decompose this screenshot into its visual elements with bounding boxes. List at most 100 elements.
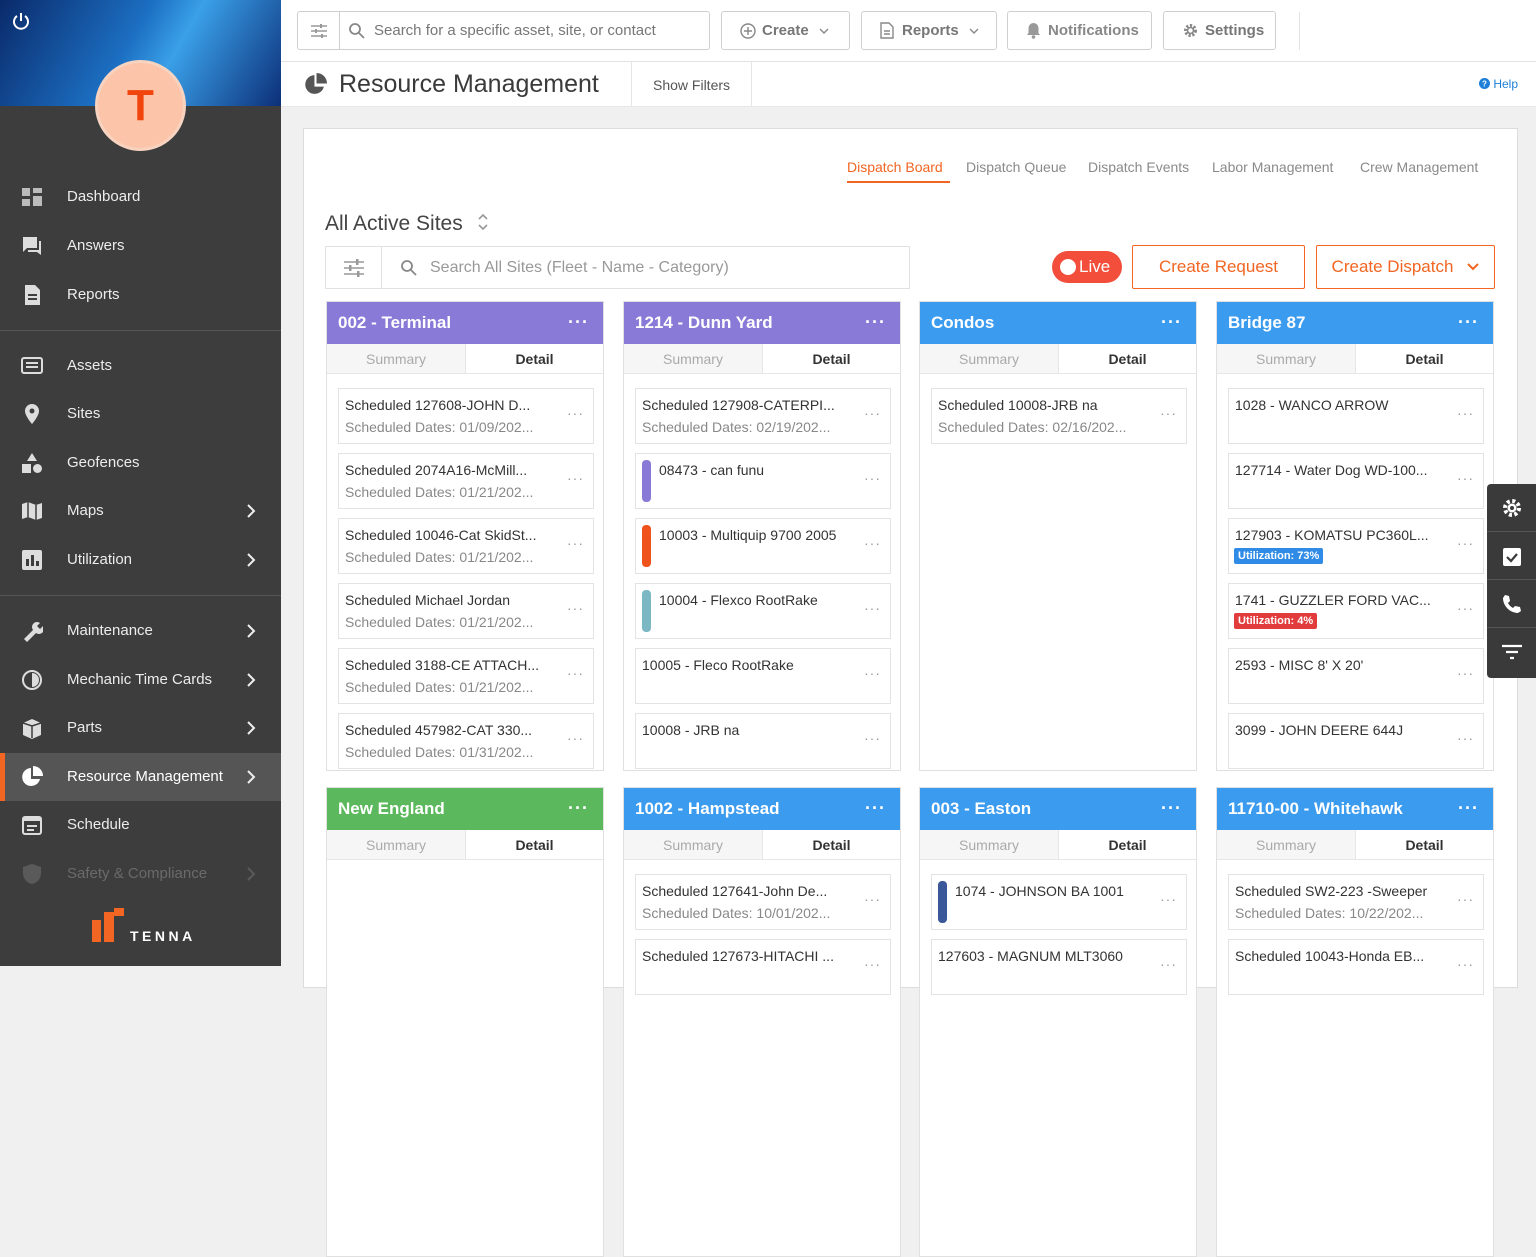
site-column-header[interactable]: Condos··· — [920, 302, 1196, 344]
more-options-icon[interactable]: ··· — [864, 405, 881, 421]
power-icon[interactable] — [11, 11, 31, 31]
dispatch-item[interactable]: 127714 - Water Dog WD-100...··· — [1228, 453, 1484, 509]
more-options-icon[interactable]: ··· — [567, 730, 584, 746]
dispatch-item[interactable]: 08473 - can funu··· — [635, 453, 891, 509]
sidebar-item-maps[interactable]: Maps — [0, 487, 281, 535]
sidebar-item-geofences[interactable]: Geofences — [0, 439, 281, 487]
more-options-icon[interactable]: ··· — [1457, 535, 1474, 551]
dispatch-item[interactable]: 127903 - KOMATSU PC360L...Utilization: 7… — [1228, 518, 1484, 574]
help-link[interactable]: ? Help — [1479, 77, 1518, 91]
site-search-input[interactable]: Search All Sites (Fleet - Name - Categor… — [325, 246, 910, 289]
more-options-icon[interactable]: ··· — [1457, 600, 1474, 616]
dispatch-item[interactable]: 3099 - JOHN DEERE 644J··· — [1228, 713, 1484, 769]
dispatch-item[interactable]: 10008 - JRB na··· — [635, 713, 891, 769]
dispatch-item[interactable]: Scheduled 10008-JRB naScheduled Dates: 0… — [931, 388, 1187, 444]
sidebar-item-maintenance[interactable]: Maintenance — [0, 607, 281, 655]
more-options-icon[interactable]: ··· — [1160, 956, 1177, 972]
tab-crew-management[interactable]: Crew Management — [1360, 159, 1478, 175]
dispatch-item[interactable]: Scheduled SW2-223 -SweeperScheduled Date… — [1228, 874, 1484, 930]
create-request-button[interactable]: Create Request — [1132, 245, 1305, 289]
dispatch-item[interactable]: 2593 - MISC 8' X 20'··· — [1228, 648, 1484, 704]
filter-toggle-button[interactable] — [297, 11, 340, 50]
more-options-icon[interactable]: ··· — [1160, 405, 1177, 421]
sidebar-item-safety-compliance[interactable]: Safety & Compliance — [0, 850, 281, 898]
more-options-icon[interactable]: ··· — [864, 730, 881, 746]
sidebar-item-schedule[interactable]: Schedule — [0, 801, 281, 849]
more-options-icon[interactable]: ··· — [568, 312, 589, 333]
dispatch-item[interactable]: Scheduled 2074A16-McMill...Scheduled Dat… — [338, 453, 594, 509]
sidebar-item-resource-management[interactable]: Resource Management — [0, 753, 281, 801]
detail-tab[interactable]: Detail — [1356, 830, 1493, 859]
more-options-icon[interactable]: ··· — [864, 535, 881, 551]
summary-tab[interactable]: Summary — [920, 830, 1059, 859]
more-options-icon[interactable]: ··· — [1160, 891, 1177, 907]
more-options-icon[interactable]: ··· — [1161, 798, 1182, 819]
more-options-icon[interactable]: ··· — [864, 665, 881, 681]
more-options-icon[interactable]: ··· — [1457, 730, 1474, 746]
summary-tab[interactable]: Summary — [327, 344, 466, 373]
detail-tab[interactable]: Detail — [1059, 344, 1196, 373]
rail-filter-button[interactable] — [1487, 628, 1536, 676]
avatar[interactable]: T — [95, 60, 186, 151]
dispatch-item[interactable]: 1741 - GUZZLER FORD VAC...Utilization: 4… — [1228, 583, 1484, 639]
notifications-button[interactable]: Notifications — [1007, 11, 1152, 50]
dispatch-item[interactable]: Scheduled 10046-Cat SkidSt...Scheduled D… — [338, 518, 594, 574]
settings-button[interactable]: Settings — [1163, 11, 1276, 50]
summary-tab[interactable]: Summary — [327, 830, 466, 859]
dispatch-item[interactable]: 1074 - JOHNSON BA 1001··· — [931, 874, 1187, 930]
sidebar-item-sites[interactable]: Sites — [0, 390, 281, 438]
summary-tab[interactable]: Summary — [1217, 830, 1356, 859]
rail-tasks-button[interactable] — [1487, 532, 1536, 580]
dispatch-item[interactable]: Scheduled Michael JordanScheduled Dates:… — [338, 583, 594, 639]
detail-tab[interactable]: Detail — [763, 830, 900, 859]
more-options-icon[interactable]: ··· — [864, 956, 881, 972]
global-search-input[interactable]: Search for a specific asset, site, or co… — [339, 11, 710, 50]
dispatch-item[interactable]: Scheduled 457982-CAT 330...Scheduled Dat… — [338, 713, 594, 769]
more-options-icon[interactable]: ··· — [1457, 470, 1474, 486]
more-options-icon[interactable]: ··· — [568, 798, 589, 819]
site-column-header[interactable]: 003 - Easton··· — [920, 788, 1196, 830]
more-options-icon[interactable]: ··· — [1457, 665, 1474, 681]
show-filters-button[interactable]: Show Filters — [631, 62, 752, 107]
site-column-header[interactable]: 002 - Terminal··· — [327, 302, 603, 344]
summary-tab[interactable]: Summary — [624, 344, 763, 373]
sidebar-item-dashboard[interactable]: Dashboard — [0, 173, 281, 221]
rail-settings-button[interactable] — [1487, 484, 1536, 532]
tab-dispatch-board[interactable]: Dispatch Board — [847, 159, 943, 175]
more-options-icon[interactable]: ··· — [865, 312, 886, 333]
dispatch-item[interactable]: Scheduled 127673-HITACHI ...··· — [635, 939, 891, 995]
site-column-header[interactable]: New England··· — [327, 788, 603, 830]
dispatch-item[interactable]: Scheduled 3188-CE ATTACH...Scheduled Dat… — [338, 648, 594, 704]
sidebar-item-mechanic-time-cards[interactable]: Mechanic Time Cards — [0, 656, 281, 704]
create-dispatch-button[interactable]: Create Dispatch — [1316, 245, 1495, 289]
detail-tab[interactable]: Detail — [466, 830, 603, 859]
tab-labor-management[interactable]: Labor Management — [1212, 159, 1333, 175]
dispatch-item[interactable]: Scheduled 10043-Honda EB...··· — [1228, 939, 1484, 995]
site-selector[interactable]: All Active Sites — [325, 212, 489, 236]
more-options-icon[interactable]: ··· — [567, 405, 584, 421]
detail-tab[interactable]: Detail — [1356, 344, 1493, 373]
more-options-icon[interactable]: ··· — [1161, 312, 1182, 333]
more-options-icon[interactable]: ··· — [865, 798, 886, 819]
more-options-icon[interactable]: ··· — [864, 470, 881, 486]
dispatch-item[interactable]: 10005 - Fleco RootRake··· — [635, 648, 891, 704]
more-options-icon[interactable]: ··· — [567, 470, 584, 486]
dispatch-item[interactable]: 1028 - WANCO ARROW··· — [1228, 388, 1484, 444]
rail-contact-button[interactable] — [1487, 580, 1536, 628]
more-options-icon[interactable]: ··· — [567, 665, 584, 681]
more-options-icon[interactable]: ··· — [1458, 798, 1479, 819]
more-options-icon[interactable]: ··· — [1457, 891, 1474, 907]
more-options-icon[interactable]: ··· — [567, 600, 584, 616]
dispatch-item[interactable]: 10003 - Multiquip 9700 2005··· — [635, 518, 891, 574]
sidebar-item-parts[interactable]: Parts — [0, 704, 281, 752]
dispatch-item[interactable]: 10004 - Flexco RootRake··· — [635, 583, 891, 639]
site-column-header[interactable]: 11710-00 - Whitehawk··· — [1217, 788, 1493, 830]
site-column-header[interactable]: 1214 - Dunn Yard··· — [624, 302, 900, 344]
sidebar-item-utilization[interactable]: Utilization — [0, 536, 281, 584]
site-filter-button[interactable] — [326, 247, 382, 288]
more-options-icon[interactable]: ··· — [1457, 956, 1474, 972]
more-options-icon[interactable]: ··· — [1458, 312, 1479, 333]
site-column-header[interactable]: 1002 - Hampstead··· — [624, 788, 900, 830]
sidebar-item-reports[interactable]: Reports — [0, 271, 281, 319]
detail-tab[interactable]: Detail — [763, 344, 900, 373]
